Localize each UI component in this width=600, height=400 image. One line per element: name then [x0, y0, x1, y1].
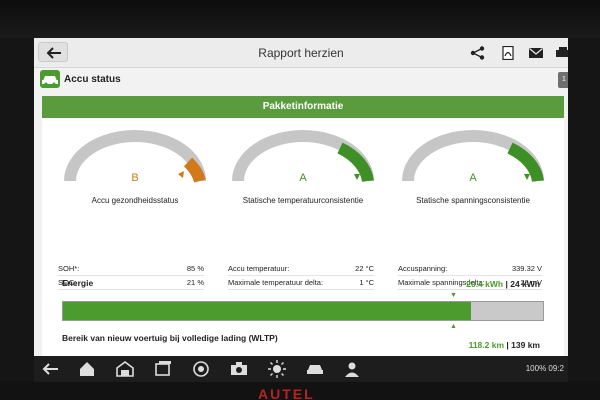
voltage-label: Statische spanningsconsistentie [416, 196, 530, 205]
health-label: Accu gezondheidsstatus [91, 196, 179, 205]
table-row: Accu temperatuur: 22 °C [228, 262, 374, 276]
battery-level: 100% [525, 364, 547, 373]
range-value: 118.2 km | 139 km [468, 340, 540, 350]
energy-title: Energie [62, 278, 94, 288]
battery-car-icon [40, 70, 60, 88]
brightness-icon[interactable] [268, 360, 286, 378]
page-title: Rapport herzien [258, 46, 344, 60]
vehicle-icon[interactable] [306, 360, 324, 378]
screen: Rapport herzien Accu status 1 Pakketinfo… [34, 38, 568, 356]
garage-icon[interactable] [116, 360, 134, 378]
temperature-label: Statische temperatuurconsistentie [242, 196, 364, 205]
clock: 09:2 [548, 364, 564, 373]
top-app-bar: Rapport herzien [34, 38, 568, 68]
nav-back-icon[interactable] [42, 360, 60, 378]
recent-apps-icon[interactable] [154, 360, 172, 378]
mail-icon[interactable] [528, 46, 544, 60]
table-row: Maximale temperatuur delta: 1 °C [228, 276, 374, 290]
energy-marker-up-icon: ▲ [450, 323, 457, 330]
section-title: Accu status [64, 74, 121, 85]
health-gauge: B Accu gezondheidsstatus [50, 126, 220, 276]
temperature-grade: A [299, 172, 307, 184]
share-icon[interactable] [470, 46, 486, 60]
table-row: Accuspanning: 339.32 V [398, 262, 542, 276]
health-grade: B [131, 172, 139, 184]
device-bezel-right [568, 38, 600, 382]
range-title: Bereik van nieuw voertuig bij volledige … [62, 333, 278, 343]
energy-marker-down-icon: ▼ [450, 292, 457, 299]
voltage-grade: A [469, 172, 477, 184]
device-bezel-top [0, 0, 600, 38]
browser-icon[interactable] [192, 360, 210, 378]
print-icon[interactable] [554, 46, 568, 60]
table-row: SOH*: 85 % [58, 262, 204, 276]
energy-value: 20.4 kWh | 24 kWh [466, 279, 540, 289]
brand-logo: AUTEL [258, 386, 315, 400]
system-nav-bar: 100% 09:2 [34, 356, 568, 382]
section-header: Accu status 1 [34, 68, 568, 92]
voltage-gauge: A Statische spanningsconsistentie [388, 126, 558, 276]
user-settings-icon[interactable] [344, 360, 362, 378]
energy-bar [62, 301, 544, 321]
pdf-icon[interactable] [500, 46, 516, 60]
device-bezel-left [0, 38, 34, 382]
card-header: Pakketinformatie [42, 96, 564, 118]
home-icon[interactable] [78, 360, 96, 378]
side-panel-tab[interactable]: 1 [558, 72, 568, 88]
status-area: 100% 09:2 [526, 364, 564, 373]
package-info-card: Pakketinformatie B Accu gezondheidsstatu… [42, 96, 564, 356]
camera-icon[interactable] [230, 360, 248, 378]
energy-bar-fill [63, 302, 471, 320]
temperature-gauge: A Statische temperatuurconsistentie [218, 126, 388, 276]
